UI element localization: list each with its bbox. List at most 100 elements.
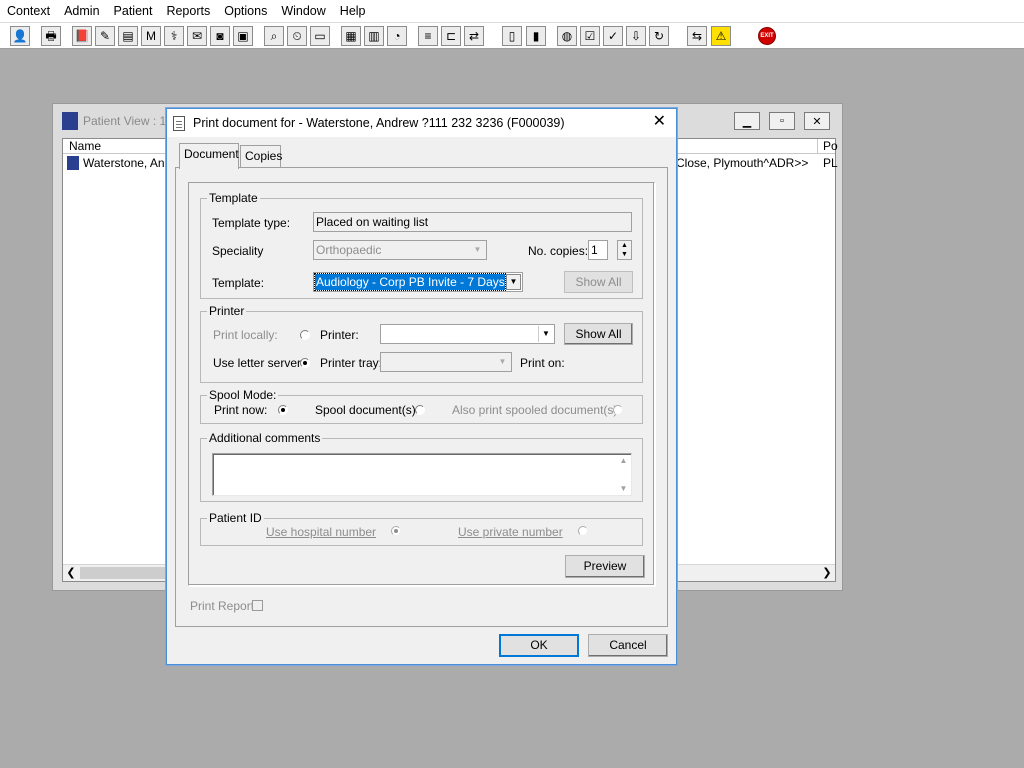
use-hospital-number-label: Use hospital number (266, 525, 377, 539)
menu-reports[interactable]: Reports (159, 0, 217, 22)
dialog-titlebar: Print document for - Waterstone, Andrew … (167, 109, 676, 137)
document-icon (173, 115, 185, 131)
copies-stepper[interactable]: ▲ ▼ (617, 240, 632, 260)
maximize-icon[interactable]: ▫ (769, 112, 795, 130)
toolbar: 👤 🖶 📕 ✎ ▤ M ⚕ ✉ ◙ ▣ ⌕ ⏲ ▭ ▦ ▥ ◔ ≡ ⊏ ⇄ ▯ … (0, 22, 1024, 49)
spool-mode-legend: Spool Mode: (209, 388, 277, 402)
cancel-button[interactable]: Cancel (588, 634, 668, 657)
video-icon[interactable]: ▣ (233, 26, 253, 46)
menu-options[interactable]: Options (217, 0, 274, 22)
minimize-icon[interactable]: ▁ (734, 112, 760, 130)
monitor-icon[interactable]: ▭ (310, 26, 330, 46)
menu-bar: Context Admin Patient Reports Options Wi… (0, 0, 1024, 22)
bar-chart-icon[interactable]: ▮ (526, 26, 546, 46)
also-print-spooled-label: Also print spooled document(s) (452, 403, 618, 417)
spin-up-icon[interactable]: ▲ (618, 241, 631, 250)
download-icon[interactable]: ⇩ (626, 26, 646, 46)
preview-button[interactable]: Preview (565, 555, 645, 578)
search-doc-icon[interactable]: ⌕ (264, 26, 284, 46)
use-private-number-radio[interactable] (578, 526, 588, 536)
print-locally-radio[interactable] (300, 330, 310, 340)
template-show-all-button[interactable]: Show All (564, 271, 633, 293)
m-icon[interactable]: M (141, 26, 161, 46)
template-type-field: Placed on waiting list (313, 212, 632, 232)
print-now-radio[interactable] (278, 405, 288, 415)
printer-tray-select[interactable]: ▼ (380, 352, 512, 372)
row-address: Close, Plymouth^ADR>> (676, 156, 809, 170)
exit-icon[interactable]: EXIT (758, 27, 776, 45)
template-label: Template: (212, 276, 265, 290)
patient-view-icon (62, 112, 78, 130)
printer-label: Printer: (320, 328, 359, 342)
chevron-down-icon: ▼ (498, 357, 507, 366)
menu-window[interactable]: Window (274, 0, 332, 22)
copies-label: No. copies: (528, 244, 589, 258)
comments-textarea[interactable]: ▲ ▼ (212, 453, 632, 496)
document-icon[interactable]: ▤ (118, 26, 138, 46)
print-now-label: Print now: (214, 403, 268, 417)
document-tab-panel: Template Template type: Placed on waitin… (175, 167, 668, 627)
bed-icon[interactable]: ⊏ (441, 26, 461, 46)
row-po: PL (823, 156, 838, 170)
col-po[interactable]: Po (817, 139, 838, 154)
also-print-spooled-radio[interactable] (613, 405, 623, 415)
template-select[interactable]: Audiology - Corp PB Invite - 7 Days ▼ (313, 272, 523, 292)
clock-icon[interactable]: ⏲ (287, 26, 307, 46)
scroll-right-icon[interactable]: ❯ (819, 565, 835, 581)
swap-icon[interactable]: ⇆ (687, 26, 707, 46)
chevron-down-icon: ▼ (473, 245, 482, 254)
list-icon[interactable]: ≡ (418, 26, 438, 46)
refresh-icon[interactable]: ↻ (649, 26, 669, 46)
document-form: Template Template type: Placed on waitin… (188, 182, 655, 586)
menu-help[interactable]: Help (333, 0, 373, 22)
spool-documents-radio[interactable] (415, 405, 425, 415)
patient-id-legend: Patient ID (209, 511, 262, 525)
edit-icon[interactable]: ✎ (95, 26, 115, 46)
scroll-left-icon[interactable]: ❮ (63, 565, 79, 581)
speciality-select[interactable]: Orthopaedic ▼ (313, 240, 487, 260)
printer-select[interactable]: ▼ (380, 324, 555, 344)
patient-icon[interactable]: 👤 (10, 26, 30, 46)
task-icon[interactable]: ✓ (603, 26, 623, 46)
notes-icon[interactable]: ✉ (187, 26, 207, 46)
dialog-title: Print document for - Waterstone, Andrew … (193, 116, 565, 130)
doctor-icon[interactable]: ⚕ (164, 26, 184, 46)
warning-icon[interactable]: ⚠ (711, 26, 731, 46)
printer-show-all-button[interactable]: Show All (564, 323, 633, 345)
book-icon[interactable]: 📕 (72, 26, 92, 46)
print-report-checkbox[interactable] (252, 600, 263, 611)
chevron-down-icon: ▼ (506, 274, 521, 290)
checklist-icon[interactable]: ☑ (580, 26, 600, 46)
scroll-thumb[interactable] (80, 567, 170, 579)
printer-tray-label: Printer tray: (320, 356, 383, 370)
ok-button[interactable]: OK (499, 634, 579, 657)
chevron-down-icon: ▼ (538, 326, 553, 342)
copies-input[interactable]: 1 (588, 240, 608, 260)
menu-patient[interactable]: Patient (107, 0, 160, 22)
printer-icon[interactable]: 🖶 (41, 26, 61, 46)
scroll-up-icon[interactable]: ▲ (616, 456, 631, 465)
template-type-label: Template type: (212, 216, 291, 230)
blank-document-icon[interactable]: ▯ (502, 26, 522, 46)
print-on-label: Print on: (520, 356, 565, 370)
calendar-icon[interactable]: ▦ (341, 26, 361, 46)
use-letter-server-radio[interactable] (300, 358, 310, 368)
form-icon[interactable]: ▥ (364, 26, 384, 46)
scroll-down-icon[interactable]: ▼ (616, 484, 631, 493)
menu-admin[interactable]: Admin (57, 0, 106, 22)
use-hospital-number-radio[interactable] (391, 526, 401, 536)
comments-scrollbar[interactable]: ▲ ▼ (616, 454, 631, 495)
menu-context[interactable]: Context (0, 0, 57, 22)
use-letter-server-label: Use letter server: (213, 356, 305, 370)
spool-documents-label: Spool document(s) (315, 403, 416, 417)
dialog-close-icon[interactable]: ✕ (653, 114, 666, 130)
gauge-icon[interactable]: ◔ (387, 26, 407, 46)
spin-down-icon[interactable]: ▼ (618, 250, 631, 259)
camera-icon[interactable]: ◙ (210, 26, 230, 46)
user-transfer-icon[interactable]: ⇄ (464, 26, 484, 46)
col-name[interactable]: Name (69, 139, 101, 154)
tab-document[interactable]: Document (179, 143, 239, 169)
globe-icon[interactable]: ◍ (557, 26, 577, 46)
tab-copies[interactable]: Copies (240, 145, 282, 167)
close-icon[interactable]: ✕ (804, 112, 830, 130)
